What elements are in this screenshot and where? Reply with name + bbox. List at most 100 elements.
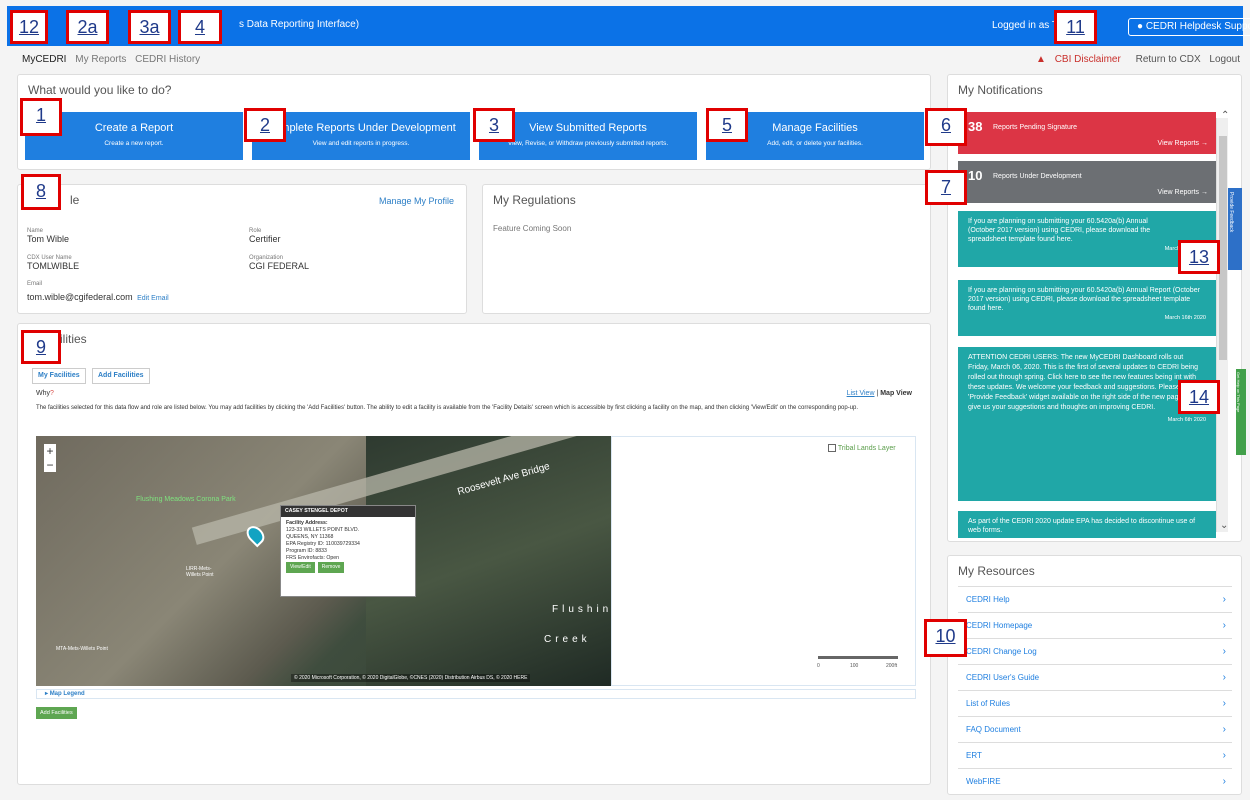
annotation-marker-13: 13 [1178, 240, 1220, 274]
name-field: Name Tom Wible [27, 228, 69, 244]
map-view-link[interactable]: Map View [880, 390, 912, 397]
chevron-right-icon: › [1222, 672, 1226, 683]
name-value: Tom Wible [27, 234, 70, 244]
helpdesk-button[interactable]: ● CEDRI Helpdesk Support ▾ [1128, 18, 1250, 36]
checkbox-icon[interactable] [828, 444, 836, 452]
resource-link[interactable]: CEDRI Homepage › [958, 612, 1232, 638]
annotation-marker-10: 10 [924, 619, 967, 657]
manage-profile-link[interactable]: Manage My Profile [379, 196, 454, 206]
nav-mycedri[interactable]: MyCEDRI [22, 54, 66, 65]
edit-email-link[interactable]: Edit Email [137, 295, 169, 302]
org-field: Organization CGI FEDERAL [249, 255, 309, 271]
annotation-marker-1: 1 [20, 98, 62, 136]
logout-link[interactable]: Logout [1209, 54, 1240, 65]
popup-frs-link[interactable]: FRS Envirofacts: Open [286, 555, 339, 561]
annotation-marker-14: 14 [1178, 380, 1220, 414]
popup-address-line2: QUEENS, NY 11368 [286, 534, 334, 540]
scroll-thumb[interactable] [1219, 136, 1227, 360]
resource-link[interactable]: FAQ Document › [958, 716, 1232, 742]
main-navigation: MyCEDRI My Reports CEDRI History [22, 54, 206, 65]
profile-panel: le Manage My Profile Name Tom Wible Role C… [17, 184, 467, 314]
resource-label: CEDRI Homepage [966, 621, 1033, 630]
notification-card: If you are planning on submitting your 6… [958, 280, 1216, 336]
creek-label: Creek [544, 634, 591, 645]
get-help-tab[interactable]: Get Help on This Page [1236, 369, 1246, 455]
resource-label: WebFIRE [966, 777, 1001, 786]
scale-end: 200ft [886, 663, 898, 669]
resource-link[interactable]: CEDRI Help › [958, 586, 1232, 612]
role-value: Certifier [249, 234, 281, 244]
regulations-title: My Regulations [493, 193, 576, 207]
facility-popup: CASEY STENGEL DEPOT Facility Address: 12… [280, 505, 416, 597]
resource-link[interactable]: WebFIRE › [958, 768, 1232, 794]
provide-feedback-tab[interactable]: Provide Feedback [1228, 188, 1242, 270]
email-value: tom.wible@cgifederal.com [27, 292, 133, 302]
remove-button[interactable]: Remove [317, 562, 345, 573]
popup-details: Facility Address: 123-33 WILLETS POINT B… [281, 517, 415, 576]
scroll-up-icon[interactable]: ⌃ [1221, 110, 1229, 121]
annotation-marker-4: 4 [178, 10, 222, 44]
flushing-label: Flushing [552, 604, 611, 615]
map-copyright: © 2020 Microsoft Corporation, © 2020 Dig… [291, 674, 531, 682]
return-cdx-link[interactable]: Return to CDX [1136, 54, 1201, 65]
popup-program-id: Program ID: 8833 [286, 548, 327, 554]
notification-date: March 16th 2020 [1164, 246, 1206, 252]
annotation-marker-2a: 2a [66, 10, 109, 44]
resource-link[interactable]: CEDRI User's Guide › [958, 664, 1232, 690]
chevron-right-icon: › [1222, 750, 1226, 761]
scale-bar [818, 656, 898, 659]
resource-link[interactable]: List of Rules › [958, 690, 1232, 716]
notifications-panel: My Notifications 38 Reports Pending Signa… [947, 74, 1242, 542]
scale-labels: 0 100 200ft [817, 663, 899, 669]
map-legend-toggle[interactable]: ▸ Map Legend [36, 689, 916, 699]
resource-label: FAQ Document [966, 725, 1021, 734]
tab-my-facilities[interactable]: My Facilities [32, 368, 86, 384]
resource-link[interactable]: CEDRI Change Log › [958, 638, 1232, 664]
popup-address-label: Facility Address: [286, 520, 328, 526]
scroll-down-icon[interactable]: ⌄ [1220, 520, 1228, 531]
map-side-panel [611, 436, 916, 686]
facilities-panel: ilities My Facilities Add Facilities Why… [17, 323, 931, 785]
app-subtitle: s Data Reporting Interface) [239, 19, 360, 30]
dev-view-reports-link[interactable]: View Reports → [1158, 189, 1208, 196]
resource-link[interactable]: ERT › [958, 742, 1232, 768]
annotation-marker-12: 12 [10, 10, 48, 44]
popup-registry-id: EPA Registry ID: 110039729334 [286, 541, 360, 547]
nav-cedri-history[interactable]: CEDRI History [135, 54, 200, 65]
notification-text: As part of the CEDRI 2020 update EPA has… [968, 518, 1196, 534]
regulations-message: Feature Coming Soon [493, 224, 572, 233]
cbi-disclaimer-link[interactable]: ▲ CBI Disclaimer [1036, 54, 1121, 65]
tribal-layer-label: Tribal Lands Layer [837, 444, 896, 452]
pending-label: Reports Pending Signature [993, 124, 1078, 131]
facilities-map[interactable]: + − Roosevelt Ave Bridge Flushing Meadows… [36, 436, 611, 686]
add-facilities-button[interactable]: Add Facilities [36, 707, 77, 719]
facilities-instructions: The facilities selected for this data fl… [36, 405, 859, 411]
tab-add-facilities[interactable]: Add Facilities [92, 368, 150, 384]
annotation-marker-3: 3 [473, 108, 515, 142]
view-edit-button[interactable]: View/Edit [286, 562, 315, 573]
annotation-marker-3a: 3a [128, 10, 171, 44]
zoom-control[interactable]: + − [44, 444, 56, 472]
pending-count: 38 [968, 119, 983, 134]
pending-signature-card[interactable]: 38 Reports Pending Signature View Reports … [958, 112, 1216, 154]
under-development-card[interactable]: 10 Reports Under Development View Reports … [958, 161, 1216, 203]
popup-address-line1: 123-33 WILLETS POINT BLVD. [286, 527, 360, 533]
annotation-marker-11: 11 [1054, 10, 1097, 44]
regulations-panel: My Regulations Feature Coming Soon [482, 184, 931, 314]
annotation-marker-7: 7 [925, 170, 967, 205]
list-view-link[interactable]: List View [847, 390, 875, 397]
tribal-layer-toggle[interactable]: Tribal Lands Layer [828, 444, 896, 452]
help-icon[interactable]: ? [50, 390, 54, 397]
nav-my-reports[interactable]: My Reports [75, 54, 126, 65]
role-field: Role Certifier [249, 228, 281, 244]
why-link[interactable]: Why [36, 390, 50, 397]
annotation-marker-2: 2 [244, 108, 286, 142]
view-switch: List View | Map View [846, 390, 912, 397]
notification-text: ATTENTION CEDRI USERS: The new MyCEDRI D… [968, 354, 1205, 411]
pending-view-reports-link[interactable]: View Reports → [1158, 140, 1208, 147]
chevron-right-icon: › [1222, 646, 1226, 657]
chevron-right-icon: › [1222, 594, 1226, 605]
notifications-scrollbar[interactable] [1216, 118, 1228, 532]
cdx-field: CDX User Name TOMLWIBLE [27, 255, 79, 271]
utility-navigation: ▲ CBI Disclaimer Return to CDX Logout [1030, 54, 1240, 65]
